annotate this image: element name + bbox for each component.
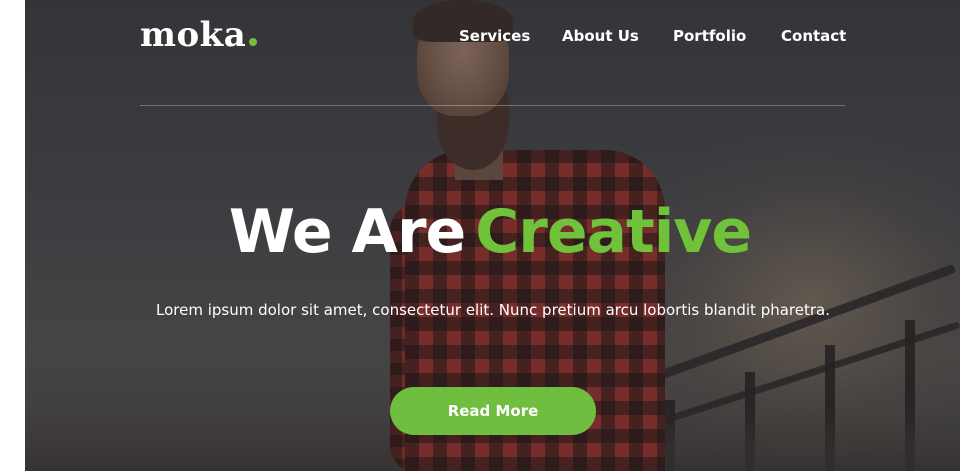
site-logo[interactable]: moka	[140, 15, 258, 55]
headline-white-part: We Are	[228, 197, 466, 267]
headline-green-part: Creative	[475, 197, 752, 267]
nav-link-about-us[interactable]: About Us	[562, 26, 639, 46]
read-more-button[interactable]: Read More	[390, 387, 596, 435]
hero-headline: We Are Creative	[0, 197, 980, 267]
nav-link-services[interactable]: Services	[459, 26, 530, 46]
nav-link-portfolio[interactable]: Portfolio	[673, 26, 746, 46]
logo-text: moka	[140, 15, 247, 55]
read-more-label: Read More	[447, 402, 539, 420]
nav-link-contact[interactable]: Contact	[781, 26, 846, 46]
header-divider	[140, 105, 845, 106]
hero-subtext: Lorem ipsum dolor sit amet, consectetur …	[156, 301, 830, 319]
logo-dot-icon	[249, 38, 258, 46]
